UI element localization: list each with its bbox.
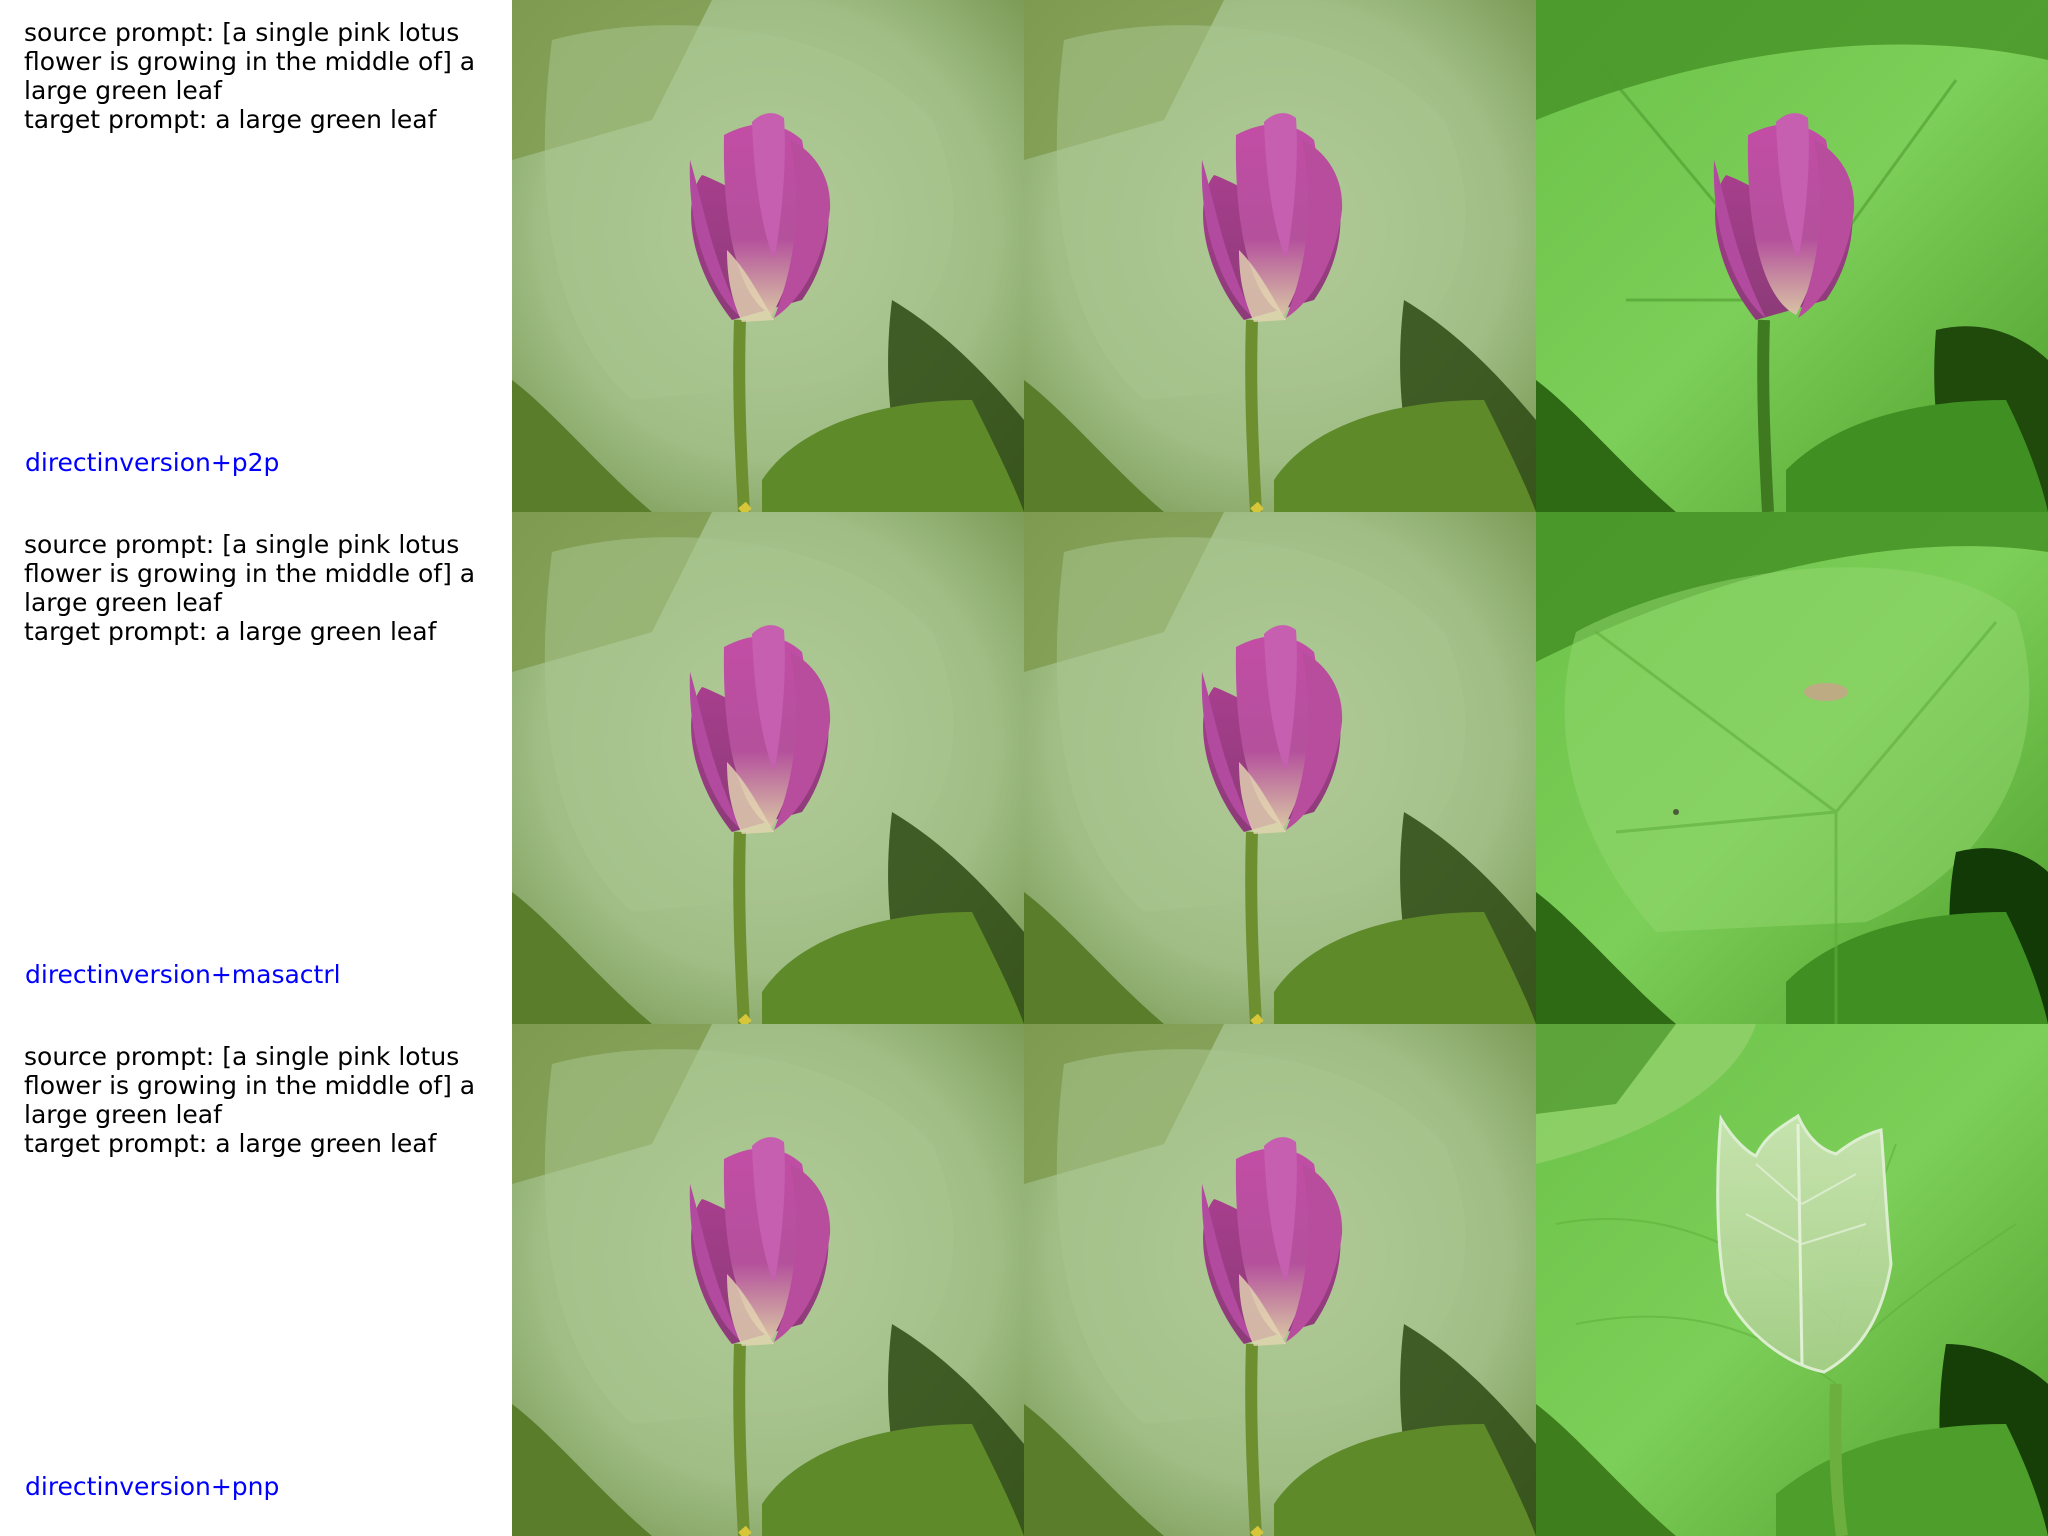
target-prompt: target prompt: a large green leaf bbox=[24, 617, 437, 646]
edited-image bbox=[1536, 1024, 2048, 1536]
edited-image bbox=[1536, 512, 2048, 1024]
source-prompt: source prompt: [a single pink lotus flow… bbox=[24, 530, 476, 617]
result-row-masactrl: source prompt: [a single pink lotus flow… bbox=[0, 512, 2048, 1024]
source-prompt: source prompt: [a single pink lotus flow… bbox=[24, 18, 476, 105]
source-prompt: source prompt: [a single pink lotus flow… bbox=[24, 1042, 476, 1129]
source-image bbox=[512, 1024, 1024, 1536]
prompt-text-block: source prompt: [a single pink lotus flow… bbox=[24, 1042, 494, 1158]
caption-panel: source prompt: [a single pink lotus flow… bbox=[0, 512, 512, 1024]
method-label: directinversion+pnp bbox=[25, 1472, 280, 1501]
source-image bbox=[512, 512, 1024, 1024]
caption-panel: source prompt: [a single pink lotus flow… bbox=[0, 1024, 512, 1536]
caption-panel: source prompt: [a single pink lotus flow… bbox=[0, 0, 512, 512]
edited-image bbox=[1536, 0, 2048, 512]
result-row-pnp: source prompt: [a single pink lotus flow… bbox=[0, 1024, 2048, 1536]
reconstructed-image bbox=[1024, 0, 1536, 512]
reconstructed-image bbox=[1024, 512, 1536, 1024]
source-image bbox=[512, 0, 1024, 512]
method-label: directinversion+masactrl bbox=[25, 960, 341, 989]
result-row-p2p: source prompt: [a single pink lotus flow… bbox=[0, 0, 2048, 512]
target-prompt: target prompt: a large green leaf bbox=[24, 1129, 437, 1158]
prompt-text-block: source prompt: [a single pink lotus flow… bbox=[24, 530, 494, 646]
reconstructed-image bbox=[1024, 1024, 1536, 1536]
target-prompt: target prompt: a large green leaf bbox=[24, 105, 437, 134]
method-label: directinversion+p2p bbox=[25, 448, 280, 477]
prompt-text-block: source prompt: [a single pink lotus flow… bbox=[24, 18, 494, 134]
